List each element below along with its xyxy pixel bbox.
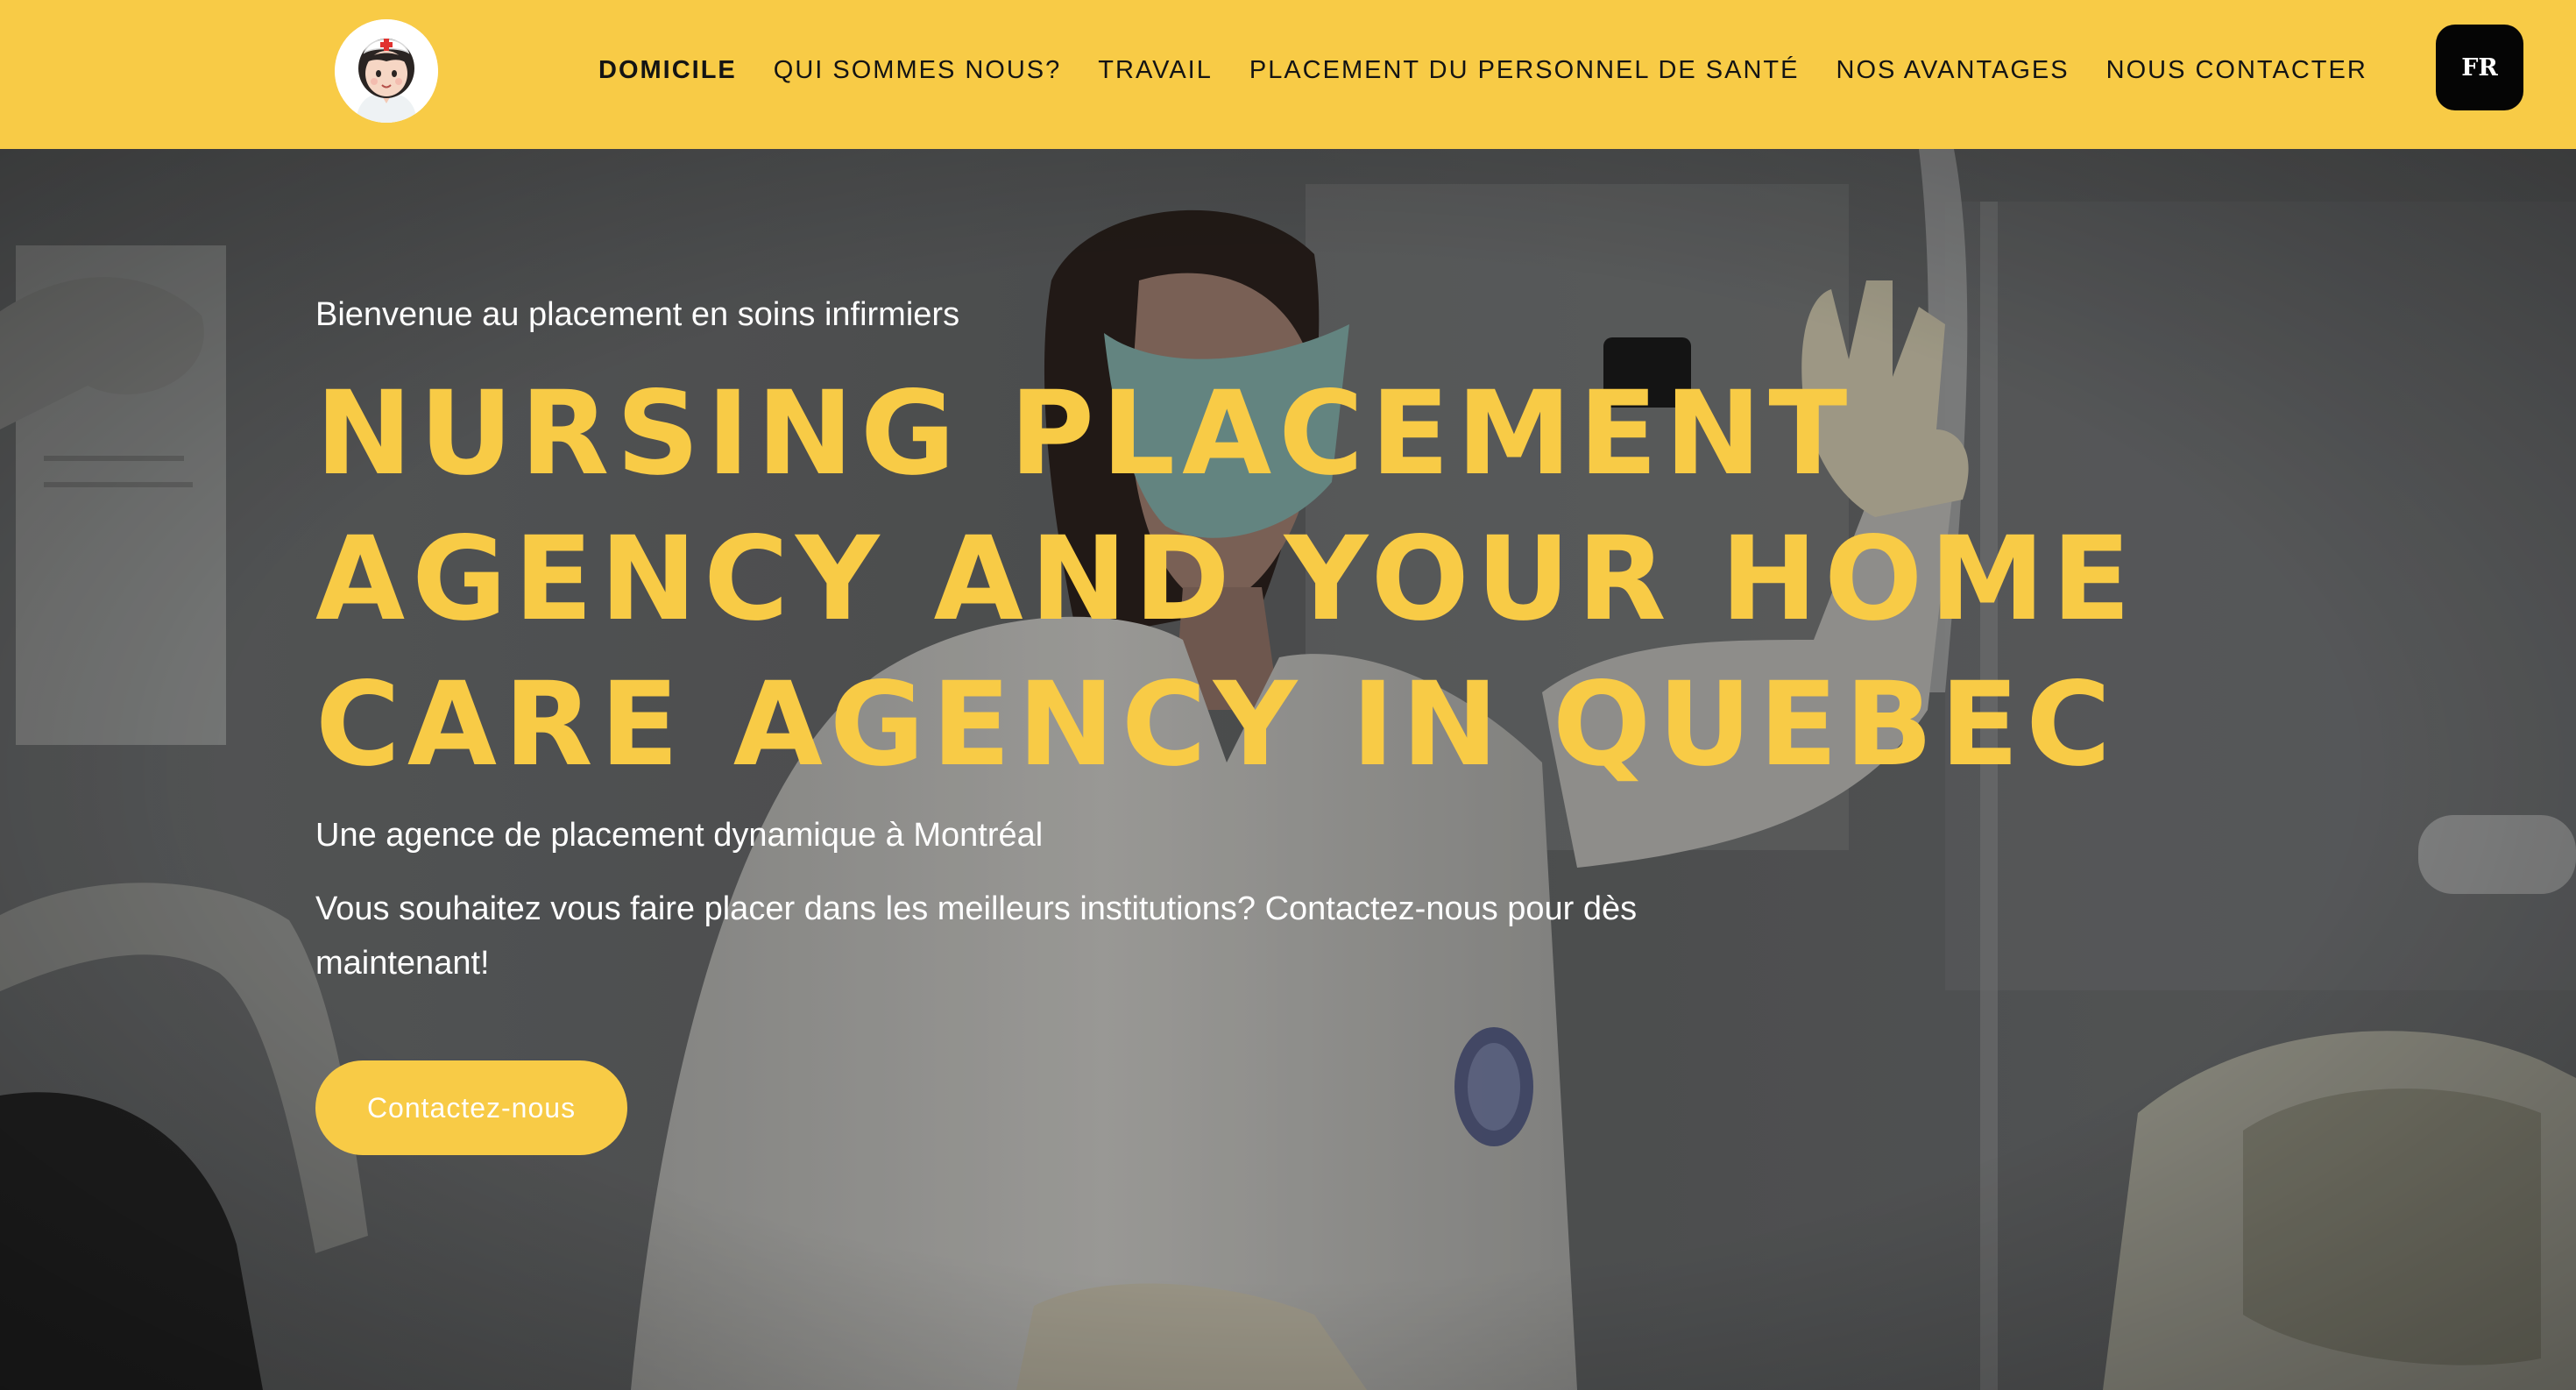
hero-section: Bienvenue au placement en soins infirmie… — [0, 149, 2576, 1390]
hero-headline-line: AGENCY AND YOUR HOME — [315, 512, 2138, 647]
nav-item-nous-contacter[interactable]: NOUS CONTACTER — [2106, 56, 2367, 85]
nav-item-travail[interactable]: TRAVAIL — [1098, 56, 1213, 85]
hero-subtitle: Une agence de placement dynamique à Mont… — [315, 817, 1044, 854]
nurse-avatar-icon[interactable] — [335, 19, 438, 123]
main-nav: DOMICILE QUI SOMMES NOUS? TRAVAIL PLACEM… — [598, 0, 2404, 140]
hero-headline: NURSING PLACEMENT AGENCY AND YOUR HOME C… — [315, 361, 2155, 798]
nav-item-domicile[interactable]: DOMICILE — [598, 56, 737, 85]
hero-description: Vous souhaitez vous faire placer dans le… — [315, 890, 1638, 982]
nav-item-placement-personnel-sante[interactable]: PLACEMENT DU PERSONNEL DE SANTÉ — [1249, 56, 1800, 85]
contact-us-button[interactable]: Contactez-nous — [315, 1060, 627, 1155]
site-header: DOMICILE QUI SOMMES NOUS? TRAVAIL PLACEM… — [0, 0, 2576, 149]
language-switch-button[interactable]: FR — [2436, 25, 2523, 110]
hero-welcome-text: Bienvenue au placement en soins infirmie… — [315, 296, 960, 333]
hero-headline-line: NURSING PLACEMENT — [315, 366, 1855, 501]
hero-headline-line: CARE AGENCY IN QUEBEC — [315, 657, 2119, 792]
nav-item-qui-sommes-nous[interactable]: QUI SOMMES NOUS? — [774, 56, 1062, 85]
nav-item-nos-avantages[interactable]: NOS AVANTAGES — [1836, 56, 2070, 85]
